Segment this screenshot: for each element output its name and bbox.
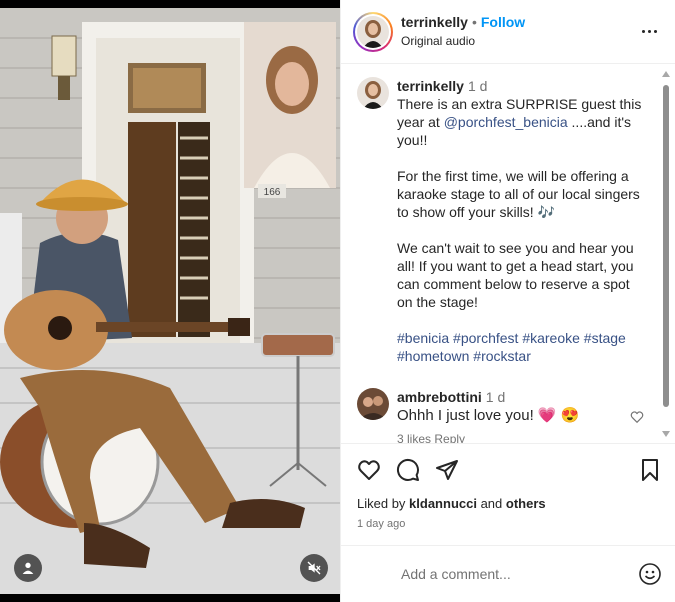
caption-time: 1 d	[467, 78, 488, 94]
speaker-muted-icon	[307, 561, 321, 575]
likes-prefix: Liked by	[357, 496, 410, 511]
hashtag-link[interactable]: #benicia	[397, 330, 449, 346]
caption-avatar-image	[357, 77, 389, 109]
author-avatar-image	[357, 15, 389, 48]
hashtag-link[interactable]: #kareoke	[522, 330, 580, 346]
like-button[interactable]	[355, 456, 383, 484]
author-username[interactable]: terrinkelly	[401, 14, 468, 30]
video-scene: 166	[0, 8, 340, 594]
paper-plane-icon	[436, 460, 458, 480]
comment-meta[interactable]: 3 likes Reply	[397, 430, 645, 443]
tagged-user-button[interactable]	[14, 554, 42, 582]
caption-text-2: For the first time, we will be offering …	[397, 168, 640, 220]
house-number: 166	[264, 187, 281, 198]
post-actions-section: Liked by kldannucci and others 1 day ago	[341, 443, 675, 530]
likes-summary: Liked by kldannucci and others	[341, 496, 675, 512]
audio-label[interactable]: Original audio	[401, 32, 525, 50]
post-header: terrinkelly • Follow Original audio	[341, 0, 675, 64]
author-avatar[interactable]	[353, 11, 393, 52]
comments-list[interactable]: terrinkelly 1 d There is an extra SURPRIS…	[341, 65, 675, 443]
commenter-avatar-image	[357, 388, 389, 420]
comment-bubble-icon	[396, 458, 419, 481]
commenter-username[interactable]: ambrebottini	[397, 389, 482, 405]
save-button[interactable]	[636, 456, 664, 484]
mention-link[interactable]: @porchfest_benicia	[444, 114, 568, 130]
more-options-icon	[641, 30, 645, 33]
commenter-avatar[interactable]	[357, 388, 389, 420]
caption: terrinkelly 1 d There is an extra SURPRIS…	[357, 77, 645, 365]
scroll-down-arrow-icon[interactable]	[662, 431, 670, 437]
add-comment-input[interactable]	[401, 566, 638, 582]
more-options-button[interactable]	[637, 20, 661, 44]
separator-dot: •	[471, 14, 477, 30]
hashtag-link[interactable]: #rockstar	[473, 348, 531, 364]
post-media[interactable]: 166	[0, 0, 340, 602]
add-comment-bar	[341, 545, 675, 602]
scroll-up-arrow-icon[interactable]	[662, 71, 670, 77]
liker-username[interactable]: kldannucci	[409, 496, 477, 511]
comment-time: 1 d	[485, 389, 506, 405]
comment-like-heart-icon[interactable]	[630, 410, 644, 424]
likes-and: and	[476, 496, 506, 511]
mute-button[interactable]	[300, 554, 328, 582]
person-icon	[22, 562, 34, 574]
caption-avatar[interactable]	[357, 77, 389, 109]
emoji-icon[interactable]	[638, 562, 662, 586]
bookmark-icon	[642, 459, 658, 481]
comment-button[interactable]	[394, 456, 422, 484]
comment-text: Ohhh I just love you! 💗 😍	[397, 407, 580, 424]
likes-others-link[interactable]: others	[506, 496, 546, 511]
follow-button[interactable]: Follow	[481, 14, 525, 30]
heart-icon	[358, 460, 380, 480]
caption-username[interactable]: terrinkelly	[397, 78, 464, 94]
post-sidebar: terrinkelly • Follow Original audio terrin…	[340, 0, 675, 602]
comments-scrollbar[interactable]	[661, 69, 671, 439]
hashtag-link[interactable]: #hometown	[397, 348, 469, 364]
hashtag-link[interactable]: #porchfest	[453, 330, 518, 346]
share-button[interactable]	[433, 456, 461, 484]
scroll-thumb[interactable]	[663, 85, 669, 407]
video-frame[interactable]: 166	[0, 8, 340, 594]
comment-item: ambrebottini 1 d Ohhh I just love you! 💗 …	[357, 388, 645, 443]
hashtags: #benicia #porchfest #kareoke #stage #hom…	[397, 329, 645, 365]
caption-text-3: We can't wait to see you and hear you al…	[397, 240, 634, 310]
hashtag-link[interactable]: #stage	[584, 330, 626, 346]
post-timestamp[interactable]: 1 day ago	[341, 512, 675, 530]
action-bar	[341, 444, 675, 496]
